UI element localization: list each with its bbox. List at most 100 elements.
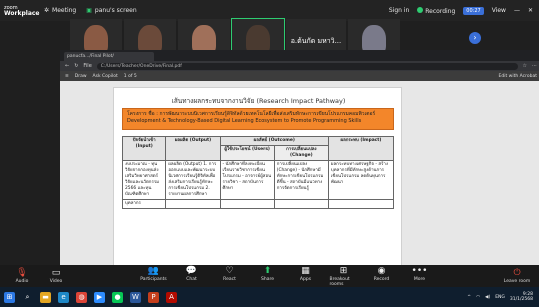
col-header-output: ผลผลิต (Output) (165, 136, 221, 161)
video-button[interactable]: ▭ Video (42, 268, 70, 284)
participants-button[interactable]: 👥 Participants (140, 266, 168, 287)
table-cell (219, 199, 275, 209)
more-icon: ••• (411, 265, 428, 276)
col-header-outcome: ผลลัพธ์ (Outcome) (219, 136, 329, 146)
more-label: More (413, 276, 426, 282)
refresh-icon[interactable]: ↻ (74, 63, 78, 69)
meeting-label: Meeting (52, 7, 77, 14)
table-cell: บุคลากร (121, 199, 167, 209)
back-icon[interactable]: ← (65, 63, 69, 69)
react-label: React (223, 276, 236, 282)
browser-tab[interactable]: panucfa.../Final Pilot/ (64, 52, 154, 61)
star-icon[interactable]: ☆ (523, 63, 527, 69)
share-label: Share (261, 276, 274, 282)
wifi-icon[interactable]: ◠ (476, 295, 480, 300)
project-banner: โครงการ ชื่อ : การพัฒนาระบบนิเวศการเรียน… (122, 108, 394, 130)
react-button[interactable]: ♡ React (216, 266, 244, 287)
pdf-page: เส้นทางผลกระทบจากงานวิจัย (Research Impa… (113, 87, 402, 265)
apps-icon: ▦ (301, 265, 310, 276)
powerpoint-icon[interactable]: P (148, 291, 159, 303)
table-cell: - นักศึกษาที่ลงทะเบียนเรียนรายวิชาการเขี… (219, 160, 275, 200)
file-label: File (83, 63, 92, 69)
table-cell: ผลผลิต (Output) 1. การออกแบบและพัฒนาระบบ… (165, 160, 221, 200)
word-icon[interactable]: W (130, 291, 141, 303)
apps-label: Apps (299, 276, 312, 282)
col-header-change: การเปลี่ยนแปลง (Change) (273, 145, 329, 161)
view-button[interactable]: View (492, 7, 506, 14)
acrobat-icon[interactable]: A (166, 291, 177, 303)
ask-copilot-button[interactable]: Ask Copilot (93, 74, 118, 79)
camera-icon: ▭ (51, 268, 61, 278)
recording-label: Recording (425, 7, 456, 15)
timer-pill[interactable]: 00:27 (463, 6, 484, 15)
leave-button[interactable]: ⏻ Leave room (503, 268, 531, 284)
record-button[interactable]: ◉ Record (368, 266, 396, 287)
shared-browser-window: panucfa.../Final Pilot/ ← ↻ File C:/User… (60, 50, 539, 265)
recording-indicator[interactable]: Recording (417, 6, 456, 15)
col-header-users: ผู้ใช้ประโยชน์ (Users) (219, 145, 275, 161)
share-indicator[interactable]: ▣ panu's screen (86, 7, 136, 14)
more-button[interactable]: ••• More (406, 266, 434, 287)
table-cell (327, 199, 395, 209)
meeting-tab[interactable]: ✲ Meeting (44, 7, 76, 14)
url-field[interactable]: C:/Users/Teacher/OneDrive/Final.pdf (96, 62, 518, 70)
impact-table: ปัจจัยนำเข้า (Input) ผลผลิต (Output) ผลล… (121, 136, 395, 209)
chevron-right-icon[interactable]: › (469, 32, 481, 44)
search-icon[interactable]: ⌕ (22, 292, 33, 303)
close-icon[interactable]: ✕ (528, 7, 533, 14)
participants-label: Participants (140, 276, 167, 282)
browser-address-bar: ← ↻ File C:/Users/Teacher/OneDrive/Final… (60, 61, 539, 71)
breakout-icon: ⊞ (339, 265, 348, 276)
leave-icon: ⏻ (513, 268, 521, 278)
page-indicator[interactable]: 1 of 5 (124, 74, 137, 79)
breakout-button[interactable]: ⊞ Breakout rooms (330, 266, 358, 287)
windows-start-icon[interactable]: ⊞ (4, 291, 15, 303)
mic-muted-icon: 🎙 (16, 268, 28, 278)
share-icon: ⬆ (263, 265, 272, 276)
list-icon[interactable]: ≡ (65, 74, 69, 79)
edit-acrobat-button[interactable]: Edit with Acrobat (499, 74, 537, 79)
table-cell: ผลกระทบทางเศรษฐกิจ - สร้างบุคลากรที่มีทั… (327, 160, 395, 200)
participant-name: อ.ต้นกัด มหาวิ... (290, 36, 342, 45)
heart-icon: ♡ (225, 265, 234, 276)
zoom-logo: zoom Workplace (4, 5, 44, 17)
zoom-icon[interactable]: ▶ (94, 291, 105, 303)
table-row: บุคลากร (121, 199, 395, 209)
tray-chevron-icon[interactable]: ^ (467, 295, 471, 300)
audio-label: Audio (15, 279, 29, 284)
chat-button[interactable]: 💬 Chat (178, 266, 206, 287)
chat-icon: 💬 (185, 265, 198, 276)
recording-dot-icon (417, 6, 424, 13)
col-header-input: ปัจจัยนำเข้า (Input) (121, 136, 167, 161)
windows-taskbar: ⊞ ⌕ ▬ e ◍ ▶ ● W P A ^ ◠ ◀) ENG 9:28 31/1… (0, 287, 539, 307)
file-explorer-icon[interactable]: ▬ (40, 291, 51, 303)
edge-icon[interactable]: e (58, 291, 69, 303)
apps-button[interactable]: ▦ Apps (292, 266, 320, 287)
table-cell: การเปลี่ยนแปลง (Change) - นักศึกษามีทักษ… (273, 160, 329, 200)
menu-icon[interactable]: ⋯ (532, 63, 537, 69)
screen-share-icon: ▣ (86, 7, 92, 14)
zoom-top-bar: zoom Workplace ✲ Meeting ▣ panu's screen… (0, 0, 539, 21)
chrome-icon[interactable]: ◍ (76, 291, 87, 303)
share-button[interactable]: ⬆ Share (254, 266, 282, 287)
language-indicator[interactable]: ENG (495, 295, 505, 300)
audio-button[interactable]: 🎙 Audio (8, 268, 36, 284)
volume-icon[interactable]: ◀) (485, 295, 490, 300)
signin-link[interactable]: Sign in (389, 7, 409, 14)
record-label: Record (373, 276, 390, 282)
pdf-toolbar: ≡ Draw Ask Copilot 1 of 5 Edit with Acro… (60, 71, 539, 81)
clock[interactable]: 9:28 31/1/2568 (510, 292, 533, 302)
table-cell: งบประมาณ - ทุนวิจัยจากกองทุนส่งเสริมวิทย… (121, 160, 167, 200)
share-label: panu's screen (94, 7, 137, 14)
pdf-viewport[interactable]: เส้นทางผลกระทบจากงานวิจัย (Research Impa… (60, 81, 539, 265)
minimize-icon[interactable]: — (514, 7, 520, 14)
line-icon[interactable]: ● (112, 291, 123, 303)
gear-icon: ✲ (44, 7, 50, 14)
leave-label: Leave room (503, 279, 531, 284)
draw-button[interactable]: Draw (75, 74, 87, 79)
col-header-impact: ผลกระทบ (Impact) (327, 136, 395, 161)
people-icon: 👥 (147, 265, 160, 276)
table-cell (273, 199, 329, 209)
chat-label: Chat (186, 276, 197, 282)
page-title: เส้นทางผลกระทบจากงานวิจัย (Research Impa… (171, 97, 346, 105)
